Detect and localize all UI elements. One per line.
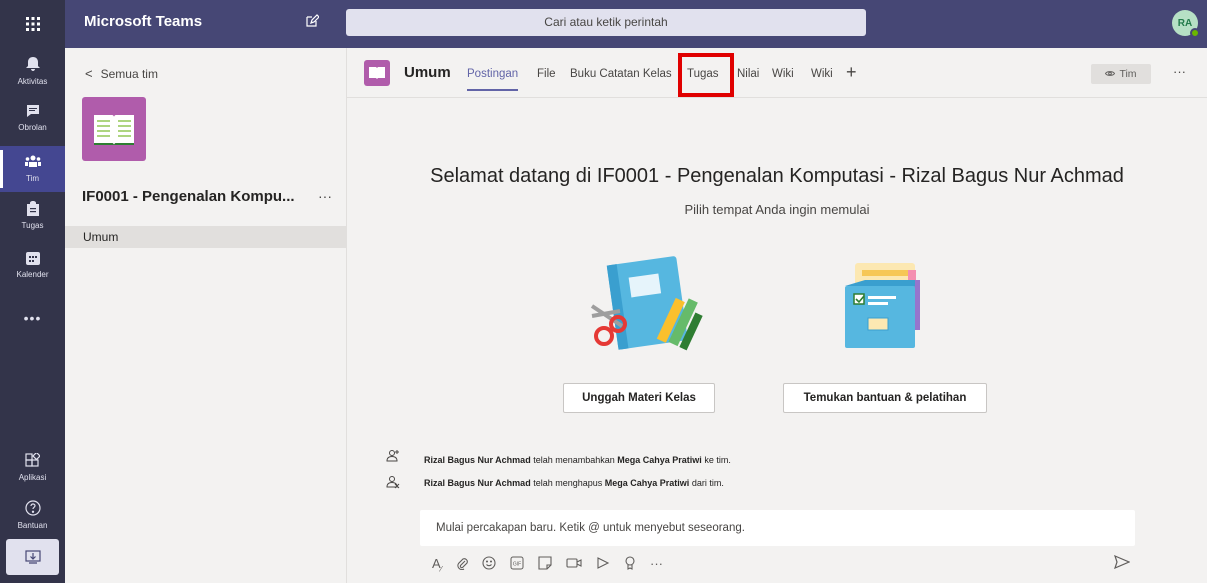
rail-label: Aktivitas [17,76,48,86]
rail-label: Obrolan [18,123,47,132]
status-available-icon [1190,28,1200,38]
add-tab-icon[interactable]: + [846,62,857,83]
activity-target: Mega Cahya Pratiwi [617,455,702,465]
rail-item-calendar[interactable]: Kalender [0,242,65,288]
app-launcher-icon[interactable] [0,0,65,48]
welcome-subtitle: Pilih tempat Anda ingin memulai [684,202,870,217]
eye-icon [1105,68,1116,80]
help-icon [24,500,41,519]
book-icon [369,67,385,79]
svg-text:GIF: GIF [513,562,521,568]
more-options-icon[interactable]: ··· [1173,64,1186,79]
tab-wiki-2[interactable]: Wiki [811,68,833,80]
rail-item-teams[interactable]: Tim [0,146,65,192]
format-icon[interactable]: A∕ [432,556,442,574]
more-options-icon[interactable]: ··· [650,556,663,574]
welcome-title: Selamat datang di IF0001 - Pengenalan Ko… [430,165,1124,187]
back-label: Semua tim [100,67,158,81]
team-view-button[interactable]: Tim [1091,64,1151,84]
apps-icon [25,451,41,471]
rail-item-apps[interactable]: Aplikasi [0,444,65,490]
person-remove-icon [386,475,400,492]
person-add-icon [386,449,400,466]
download-app-icon[interactable] [6,539,59,575]
meet-now-icon[interactable] [566,556,582,574]
gif-icon[interactable]: GIF [510,556,524,574]
activity-actor: Rizal Bagus Nur Achmad [424,455,531,465]
activity-item: Rizal Bagus Nur Achmad telah menghapus M… [424,478,724,488]
compose-toolbar: A∕ GIF ··· [432,556,663,574]
sticker-icon[interactable] [538,556,552,574]
team-avatar [82,97,146,161]
app-title: Microsoft Teams [84,13,203,30]
praise-icon[interactable] [624,556,636,574]
activity-actor: Rizal Bagus Nur Achmad [424,478,531,488]
avatar[interactable]: RA [1172,10,1200,38]
send-icon[interactable] [1114,554,1131,573]
tab-wiki[interactable]: Wiki [772,68,794,80]
tab-nilai[interactable]: Nilai [737,68,759,80]
app-rail: Aktivitas Obrolan Tim Tugas Kalender •••… [0,48,65,583]
channel-name: Umum [404,64,451,81]
new-chat-icon[interactable] [305,14,320,33]
activity-target: Mega Cahya Pratiwi [604,478,690,488]
avatar-initials: RA [1177,17,1193,29]
highlight-box [678,53,734,97]
tab-file[interactable]: File [537,68,556,80]
new-conversation-input[interactable]: Mulai percakapan baru. Ketik @ untuk men… [420,510,1135,546]
activity-item: Rizal Bagus Nur Achmad telah menambahkan… [424,455,731,465]
rail-label: Tugas [21,220,44,230]
upload-class-material-button[interactable]: Unggah Materi Kelas [563,383,715,413]
find-help-training-button[interactable]: Temukan bantuan & pelatihan [783,383,987,413]
team-view-label: Tim [1119,68,1137,80]
activity-action: telah menghapus [533,478,603,488]
team-name[interactable]: IF0001 - Pengenalan Kompu... [82,188,295,205]
channel-item-umum[interactable]: Umum [65,226,346,248]
emoji-icon[interactable] [482,556,496,574]
chevron-left-icon: < [85,66,93,81]
more-apps-icon[interactable]: ••• [0,310,65,326]
rail-item-help[interactable]: Bantuan [0,492,65,538]
bell-icon [25,56,40,75]
chat-icon [26,104,40,121]
rail-item-assignments[interactable]: Tugas [0,192,65,238]
channel-avatar [364,60,390,86]
tab-postingan[interactable]: Postingan [467,68,519,91]
search-input[interactable]: Cari atau ketik perintah [346,9,866,36]
stream-icon[interactable] [596,556,610,574]
team-more-options-icon[interactable]: ··· [318,188,332,204]
rail-label: Kalender [16,270,49,279]
attach-icon[interactable] [456,556,468,574]
team-panel: < Semua tim IF0001 - Pengenalan Kompu... … [65,48,347,583]
rail-label: Tim [25,174,40,183]
activity-suffix: ke tim. [704,455,731,465]
rail-item-chat[interactable]: Obrolan [0,95,65,141]
calendar-icon [25,251,40,268]
rail-label: Bantuan [17,521,48,530]
upload-illustration [582,256,712,361]
tab-buku-catatan-kelas[interactable]: Buku Catatan Kelas [570,68,672,80]
book-icon [94,115,134,145]
channel-header: Umum Postingan File Buku Catatan Kelas T… [347,48,1207,98]
back-to-teams-link[interactable]: < Semua tim [85,66,158,81]
teams-icon [24,155,41,172]
rail-item-activity[interactable]: Aktivitas [0,48,65,94]
activity-action: telah menambahkan [533,455,615,465]
rail-label: Aplikasi [18,472,47,482]
top-bar: Microsoft Teams Cari atau ketik perintah… [0,0,1207,48]
assignments-icon [26,200,39,219]
activity-suffix: dari tim. [691,478,724,488]
help-illustration [840,258,930,358]
